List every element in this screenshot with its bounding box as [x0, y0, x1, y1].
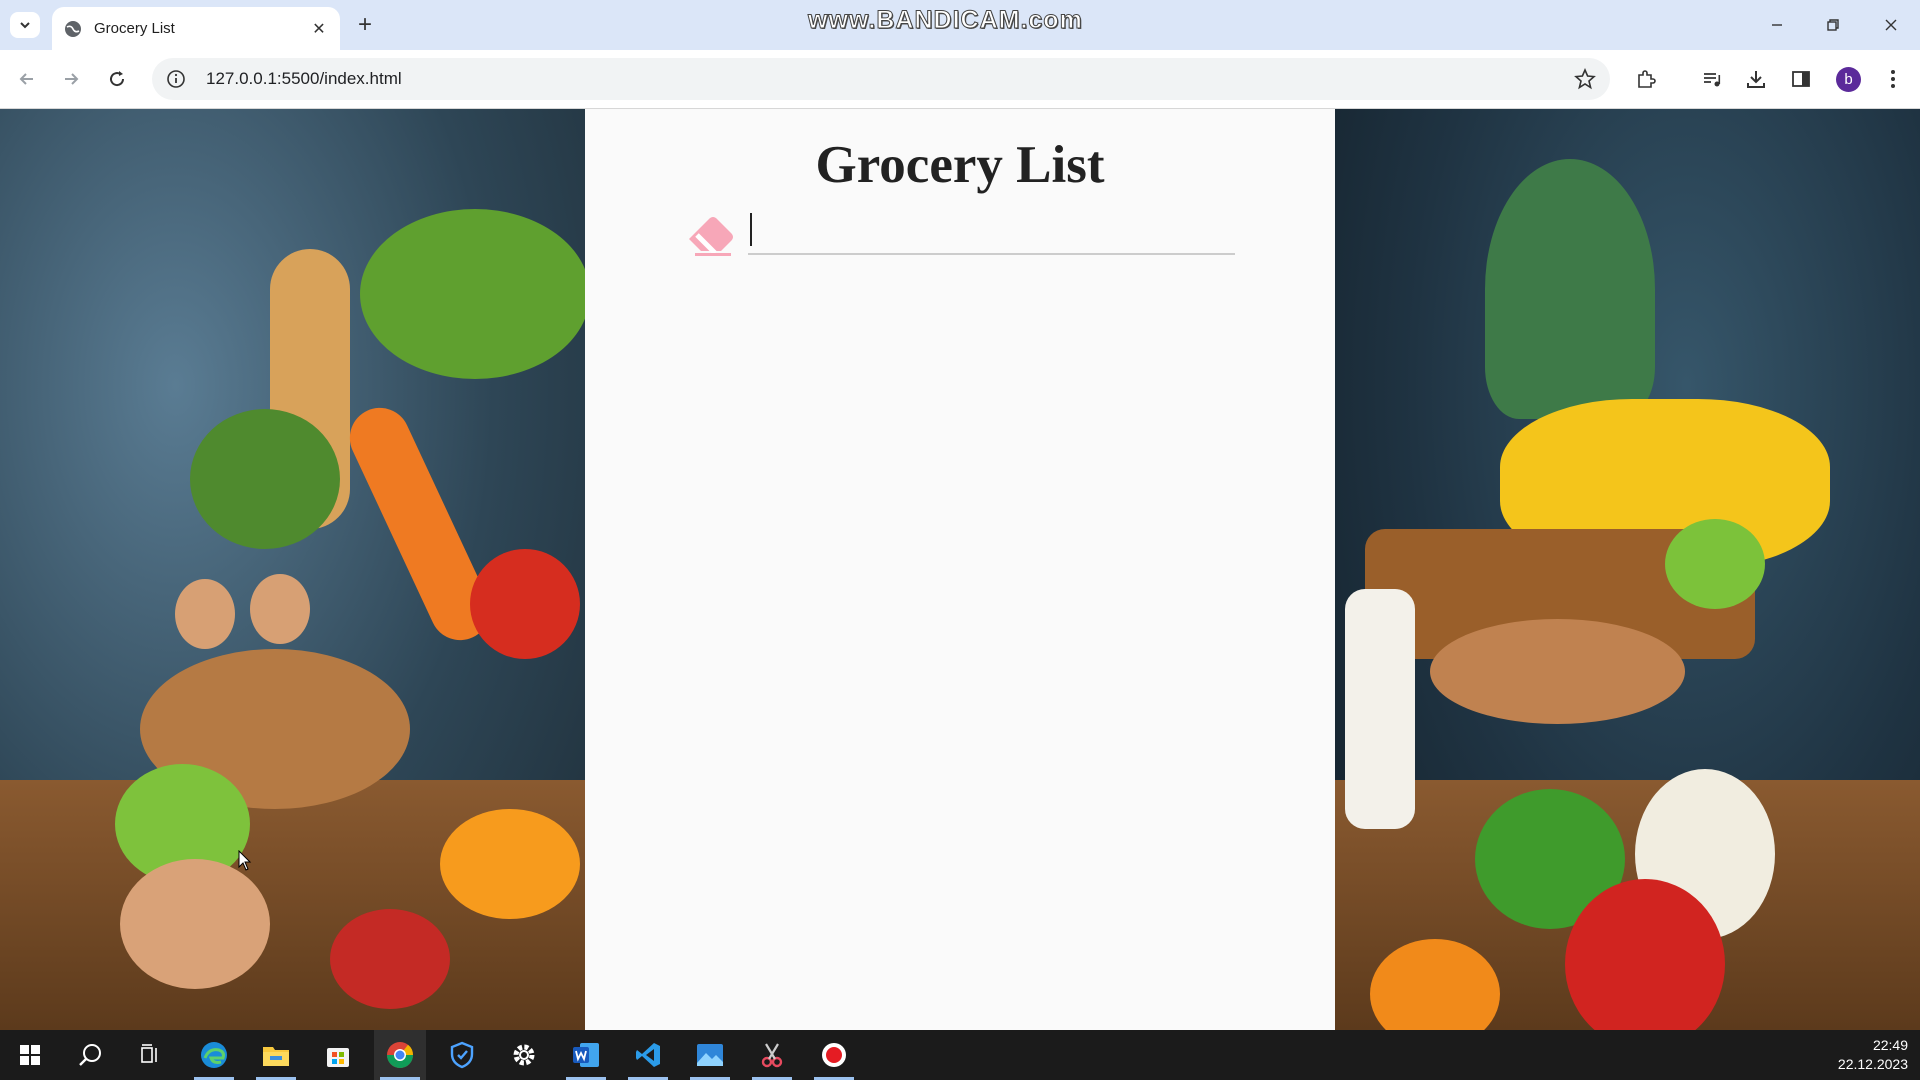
- side-panel-icon: [1792, 71, 1810, 87]
- tomato: [470, 549, 580, 659]
- address-bar[interactable]: 127.0.0.1:5500/index.html: [152, 58, 1610, 100]
- downloads-button[interactable]: [1743, 66, 1769, 92]
- pineapple-leaves: [1485, 159, 1655, 419]
- close-icon: [1885, 19, 1897, 31]
- word-icon: [573, 1043, 599, 1067]
- reload-icon: [110, 71, 125, 87]
- taskbar-vscode[interactable]: [622, 1030, 674, 1080]
- egg: [175, 579, 235, 649]
- snip-icon: [761, 1043, 783, 1068]
- side-panel-button[interactable]: [1788, 66, 1814, 92]
- recording-watermark: www.BANDICAM.com: [808, 6, 1083, 35]
- taskbar-bandicam[interactable]: [808, 1030, 860, 1080]
- photos-icon: [697, 1044, 723, 1066]
- edge-icon: [201, 1042, 227, 1068]
- tab-title: Grocery List: [94, 20, 175, 37]
- taskbar-snip[interactable]: [746, 1030, 798, 1080]
- page-title: Grocery List: [815, 136, 1105, 194]
- clock-date: 22.12.2023: [1837, 1056, 1908, 1072]
- grocery-list-panel: Grocery List: [585, 109, 1335, 1030]
- milk-bottle: [1345, 589, 1415, 829]
- chevron-down-icon: [20, 22, 30, 29]
- browser-toolbar: 127.0.0.1:5500/index.html b: [0, 50, 1920, 109]
- egg: [120, 859, 270, 989]
- url-text: 127.0.0.1:5500/index.html: [206, 69, 402, 88]
- broccoli: [190, 409, 340, 549]
- reload-button[interactable]: [104, 66, 130, 92]
- puzzle-icon: [1638, 70, 1656, 88]
- minimize-button[interactable]: [1762, 12, 1792, 38]
- text-caret: [750, 213, 752, 246]
- download-icon: [1747, 71, 1765, 88]
- lettuce: [360, 209, 585, 379]
- mouse-pointer-icon: [238, 850, 252, 871]
- record-icon: [822, 1043, 846, 1067]
- kebab-menu-icon: [1891, 70, 1895, 88]
- taskbar-file-explorer[interactable]: [250, 1030, 302, 1080]
- windows-logo-icon: [20, 1045, 40, 1065]
- clock-time: 22:49: [1872, 1037, 1908, 1053]
- taskbar-photos[interactable]: [684, 1030, 736, 1080]
- extensions-button[interactable]: [1633, 66, 1659, 92]
- new-tab-button[interactable]: +: [352, 12, 378, 38]
- close-window-button[interactable]: [1876, 12, 1906, 38]
- arrow-left-icon: [19, 73, 33, 85]
- taskbar-edge[interactable]: [188, 1030, 240, 1080]
- tab-strip: Grocery List ✕ + www.BANDICAM.com: [0, 0, 1920, 50]
- restore-icon: [1827, 19, 1839, 31]
- gear-icon: [513, 1044, 535, 1066]
- orange-half: [440, 809, 580, 919]
- media-controls-button[interactable]: [1699, 66, 1725, 92]
- chrome-icon: [386, 1042, 414, 1069]
- star-icon[interactable]: [1574, 68, 1596, 90]
- vscode-icon: [636, 1043, 660, 1067]
- bread-loaf: [1430, 619, 1685, 724]
- browser-menu-button[interactable]: [1880, 66, 1906, 92]
- groceries-image-left: [0, 109, 585, 1030]
- tab-search-button[interactable]: [10, 12, 40, 38]
- taskbar-store[interactable]: [312, 1030, 364, 1080]
- groceries-image-right: [1335, 109, 1920, 1030]
- taskbar-defender[interactable]: [436, 1030, 488, 1080]
- search-icon: [79, 1044, 101, 1066]
- folder-icon: [263, 1047, 289, 1066]
- close-tab-icon[interactable]: ✕: [310, 20, 328, 38]
- taskbar-search-button[interactable]: [64, 1030, 116, 1080]
- eraser-icon[interactable]: [685, 209, 737, 257]
- minimize-icon: [1772, 24, 1782, 26]
- taskbar-word[interactable]: [560, 1030, 612, 1080]
- windows-taskbar: 22:49 22.12.2023: [0, 1030, 1920, 1080]
- task-view-icon: [141, 1044, 157, 1063]
- media-queue-icon: [1704, 73, 1721, 87]
- globe-icon: [65, 20, 81, 37]
- egg: [250, 574, 310, 644]
- grocery-item-input[interactable]: [748, 210, 1235, 255]
- taskbar-settings[interactable]: [498, 1030, 550, 1080]
- forward-button[interactable]: [58, 66, 84, 92]
- store-icon: [327, 1048, 349, 1067]
- taskbar-chrome[interactable]: [374, 1030, 426, 1080]
- restore-button[interactable]: [1818, 12, 1848, 38]
- task-view-button[interactable]: [124, 1030, 176, 1080]
- arrow-right-icon: [65, 73, 79, 85]
- page-viewport: Grocery List: [0, 109, 1920, 1030]
- info-icon[interactable]: [166, 69, 186, 89]
- start-button[interactable]: [4, 1030, 56, 1080]
- system-clock[interactable]: 22:49 22.12.2023: [1838, 1036, 1908, 1074]
- profile-avatar[interactable]: b: [1836, 67, 1861, 92]
- shield-icon: [450, 1041, 474, 1069]
- red-apple: [330, 909, 450, 1009]
- tab-grocery-list[interactable]: Grocery List ✕: [52, 7, 340, 50]
- green-apple: [1665, 519, 1765, 609]
- back-button[interactable]: [14, 66, 40, 92]
